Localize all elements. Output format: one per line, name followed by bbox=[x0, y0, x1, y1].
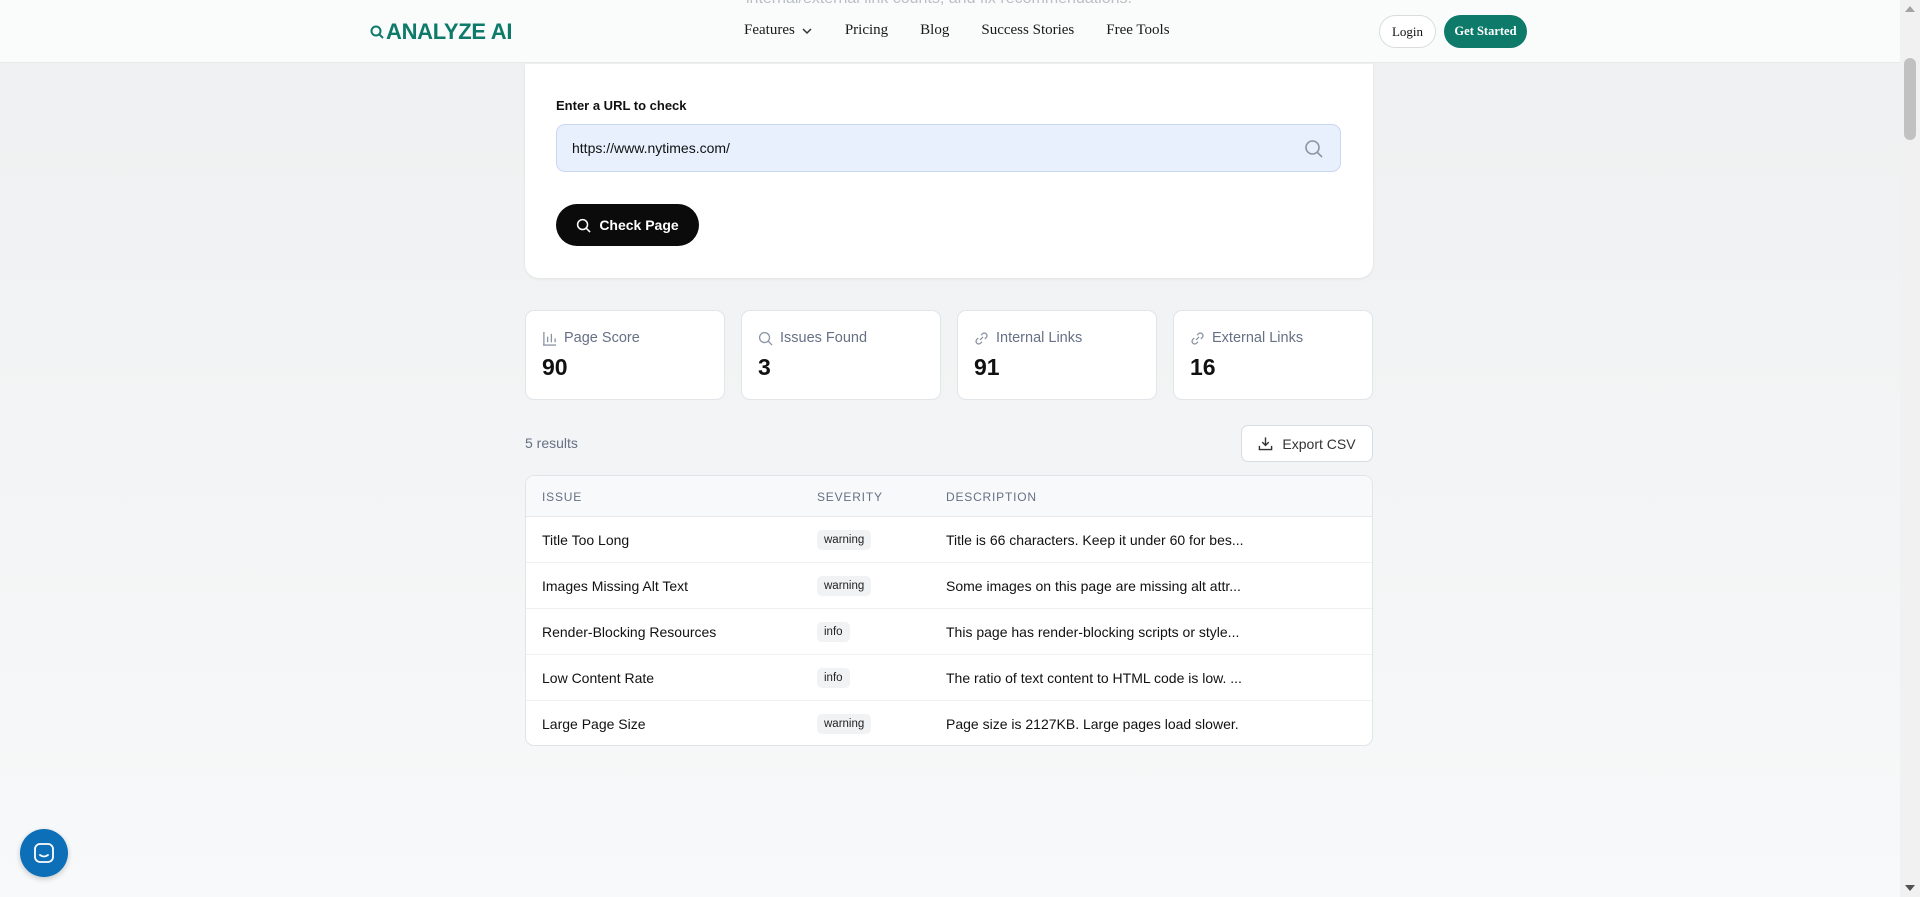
chevron-down-icon bbox=[802, 27, 812, 34]
issues-table: ISSUE SEVERITY DESCRIPTION Title Too Lon… bbox=[525, 475, 1373, 746]
table-row[interactable]: Render-Blocking Resources info This page… bbox=[526, 609, 1372, 655]
download-icon bbox=[1259, 437, 1273, 451]
issue-name: Render-Blocking Resources bbox=[542, 624, 717, 640]
stat-label-text: External Links bbox=[1212, 330, 1304, 346]
nav-features-label: Features bbox=[744, 22, 795, 38]
nav-success-stories[interactable]: Success Stories bbox=[981, 22, 1074, 39]
stat-value: 16 bbox=[1190, 354, 1216, 380]
url-checker-card: Enter a URL to check Check Page bbox=[525, 64, 1373, 278]
export-csv-button[interactable]: Export CSV bbox=[1241, 425, 1373, 462]
table-row[interactable]: Low Content Rate info The ratio of text … bbox=[526, 655, 1372, 701]
faded-hero-text: internal/external link counts, and fix r… bbox=[746, 0, 1132, 8]
issue-name: Images Missing Alt Text bbox=[542, 578, 689, 594]
table-row[interactable]: Images Missing Alt Text warning Some ima… bbox=[526, 563, 1372, 609]
table-row[interactable]: Large Page Size warning Page size is 212… bbox=[526, 701, 1372, 745]
table-header: ISSUE SEVERITY DESCRIPTION bbox=[526, 476, 1372, 517]
nav-pricing[interactable]: Pricing bbox=[845, 22, 888, 39]
stat-label-text: Issues Found bbox=[780, 330, 868, 346]
link-icon bbox=[1191, 331, 1204, 345]
chat-launcher-button[interactable] bbox=[20, 829, 68, 877]
issue-name: Low Content Rate bbox=[542, 670, 655, 686]
nav-free-tools-label: Free Tools bbox=[1106, 22, 1170, 38]
stat-page-score: Page Score 90 bbox=[525, 310, 725, 400]
severity-badge: info bbox=[817, 622, 850, 642]
severity-badge: info bbox=[817, 668, 850, 688]
issue-description: Title is 66 characters. Keep it under 60… bbox=[946, 532, 1244, 548]
stat-internal-links: Internal Links 91 bbox=[957, 310, 1157, 400]
check-page-button[interactable]: Check Page bbox=[556, 204, 699, 246]
main-nav: Features Pricing Blog Success Stories Fr… bbox=[744, 22, 1170, 39]
stat-label-text: Page Score bbox=[564, 330, 640, 346]
logo[interactable]: ANALYZE AI bbox=[370, 19, 512, 45]
header-severity: SEVERITY bbox=[817, 490, 883, 504]
results-count: 5 results bbox=[525, 435, 578, 451]
page-scrollbar[interactable] bbox=[1900, 0, 1920, 897]
nav-features[interactable]: Features bbox=[744, 22, 813, 39]
nav-pricing-label: Pricing bbox=[844, 22, 889, 38]
scrollbar-thumb[interactable] bbox=[1904, 58, 1916, 140]
issue-name: Title Too Long bbox=[542, 532, 630, 548]
stat-value: 3 bbox=[758, 354, 771, 380]
table-row[interactable]: Title Too Long warning Title is 66 chara… bbox=[526, 517, 1372, 563]
stat-label: Page Score bbox=[542, 330, 640, 346]
chat-icon bbox=[34, 843, 54, 863]
login-button[interactable]: Login bbox=[1379, 15, 1436, 48]
export-csv-label: Export CSV bbox=[1282, 435, 1356, 452]
nav-blog[interactable]: Blog bbox=[920, 22, 949, 39]
header-issue: ISSUE bbox=[542, 490, 583, 504]
scroll-down-arrow-icon[interactable] bbox=[1905, 885, 1915, 891]
stat-issues-found: Issues Found 3 bbox=[741, 310, 941, 400]
stat-label: External Links bbox=[1190, 330, 1303, 346]
url-label: Enter a URL to check bbox=[556, 98, 687, 113]
stat-label-text: Internal Links bbox=[996, 330, 1083, 346]
get-started-button[interactable]: Get Started bbox=[1444, 15, 1527, 48]
nav-free-tools[interactable]: Free Tools bbox=[1106, 22, 1169, 39]
stat-value: 91 bbox=[974, 354, 1000, 380]
header-description: DESCRIPTION bbox=[946, 490, 1037, 504]
nav-success-stories-label: Success Stories bbox=[981, 22, 1075, 38]
check-page-label: Check Page bbox=[599, 217, 679, 233]
stat-label: Internal Links bbox=[974, 330, 1082, 346]
search-icon[interactable] bbox=[1304, 139, 1324, 159]
severity-badge: warning bbox=[817, 530, 872, 550]
search-icon bbox=[758, 331, 773, 346]
logo-icon bbox=[370, 25, 384, 39]
issue-description: Page size is 2127KB. Large pages load sl… bbox=[946, 716, 1239, 732]
stat-external-links: External Links 16 bbox=[1173, 310, 1373, 400]
site-header: internal/external link counts, and fix r… bbox=[0, 0, 1900, 63]
issue-description: Some images on this page are missing alt… bbox=[946, 578, 1241, 594]
search-icon bbox=[577, 218, 591, 233]
nav-blog-label: Blog bbox=[920, 22, 950, 38]
issue-name: Large Page Size bbox=[542, 716, 646, 732]
severity-badge: warning bbox=[817, 714, 872, 734]
url-input-wrapper bbox=[556, 124, 1341, 172]
severity-badge: warning bbox=[817, 576, 872, 596]
issue-description: This page has render-blocking scripts or… bbox=[946, 624, 1240, 640]
issue-description: The ratio of text content to HTML code i… bbox=[946, 670, 1242, 686]
link-icon bbox=[975, 331, 988, 345]
stat-label: Issues Found bbox=[758, 330, 867, 346]
logo-text: ANALYZE AI bbox=[386, 19, 513, 44]
url-input[interactable] bbox=[572, 125, 1292, 171]
stat-value: 90 bbox=[542, 354, 568, 380]
bar-chart-icon bbox=[542, 331, 557, 346]
scroll-up-arrow-icon[interactable] bbox=[1905, 6, 1915, 12]
